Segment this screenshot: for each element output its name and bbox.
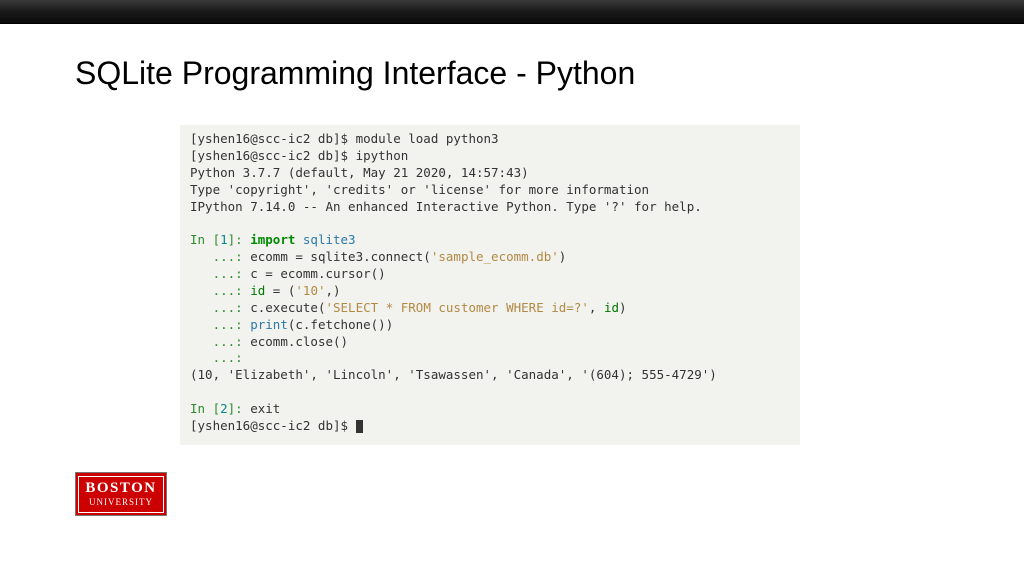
string-literal: 'SELECT * FROM customer WHERE id=?' xyxy=(325,300,588,315)
shell-prompt: [yshen16@scc-ic2 db]$ xyxy=(190,131,356,146)
boston-university-logo: BOSTON UNIVERSITY xyxy=(75,472,167,516)
shell-cmd: module load python3 xyxy=(356,131,499,146)
shell-prompt: [yshen16@scc-ic2 db]$ xyxy=(190,418,356,433)
code-line: ) xyxy=(559,249,567,264)
code-line: (c.fetchone()) xyxy=(288,317,393,332)
code-exit: exit xyxy=(250,401,280,416)
cont-prompt: ...: xyxy=(190,317,250,332)
python-banner: IPython 7.14.0 -- An enhanced Interactiv… xyxy=(190,199,702,214)
var-id: id xyxy=(604,300,619,315)
cont-prompt: ...: xyxy=(190,334,250,349)
code-line: = ( xyxy=(265,283,295,298)
code-line: ecomm = sqlite3.connect( xyxy=(250,249,431,264)
python-banner: Python 3.7.7 (default, May 21 2020, 14:5… xyxy=(190,165,529,180)
code-line: c = ecomm.cursor() xyxy=(250,266,385,281)
cont-prompt: ...: xyxy=(190,266,250,281)
code-line: c.execute( xyxy=(250,300,325,315)
string-literal: 'sample_ecomm.db' xyxy=(431,249,559,264)
shell-prompt: [yshen16@scc-ic2 db]$ xyxy=(190,148,356,163)
logo-text-top: BOSTON xyxy=(81,481,161,496)
ipython-in-prompt: In [2]: xyxy=(190,401,250,416)
string-literal: '10' xyxy=(295,283,325,298)
output-line: (10, 'Elizabeth', 'Lincoln', 'Tsawassen'… xyxy=(190,367,717,382)
shell-cmd: ipython xyxy=(356,148,409,163)
python-banner: Type 'copyright', 'credits' or 'license'… xyxy=(190,182,649,197)
terminal-cursor xyxy=(356,420,363,433)
slide-title: SQLite Programming Interface - Python xyxy=(75,55,635,92)
space xyxy=(295,232,303,247)
cont-prompt: ...: xyxy=(190,300,250,315)
ipython-in-prompt: In [1]: xyxy=(190,232,250,247)
module-sqlite3: sqlite3 xyxy=(303,232,356,247)
keyword-import: import xyxy=(250,232,295,247)
code-line: ) xyxy=(619,300,627,315)
cont-prompt: ...: xyxy=(190,283,250,298)
cont-prompt: ...: xyxy=(190,249,250,264)
code-line: ecomm.close() xyxy=(250,334,348,349)
terminal-screenshot: [yshen16@scc-ic2 db]$ module load python… xyxy=(180,125,800,445)
logo-text-bottom: UNIVERSITY xyxy=(81,498,161,507)
var-id: id xyxy=(250,283,265,298)
builtin-print: print xyxy=(250,317,288,332)
code-line: , xyxy=(589,300,604,315)
cont-prompt: ...: xyxy=(190,350,250,365)
code-line: ,) xyxy=(326,283,341,298)
window-top-bar xyxy=(0,0,1024,24)
